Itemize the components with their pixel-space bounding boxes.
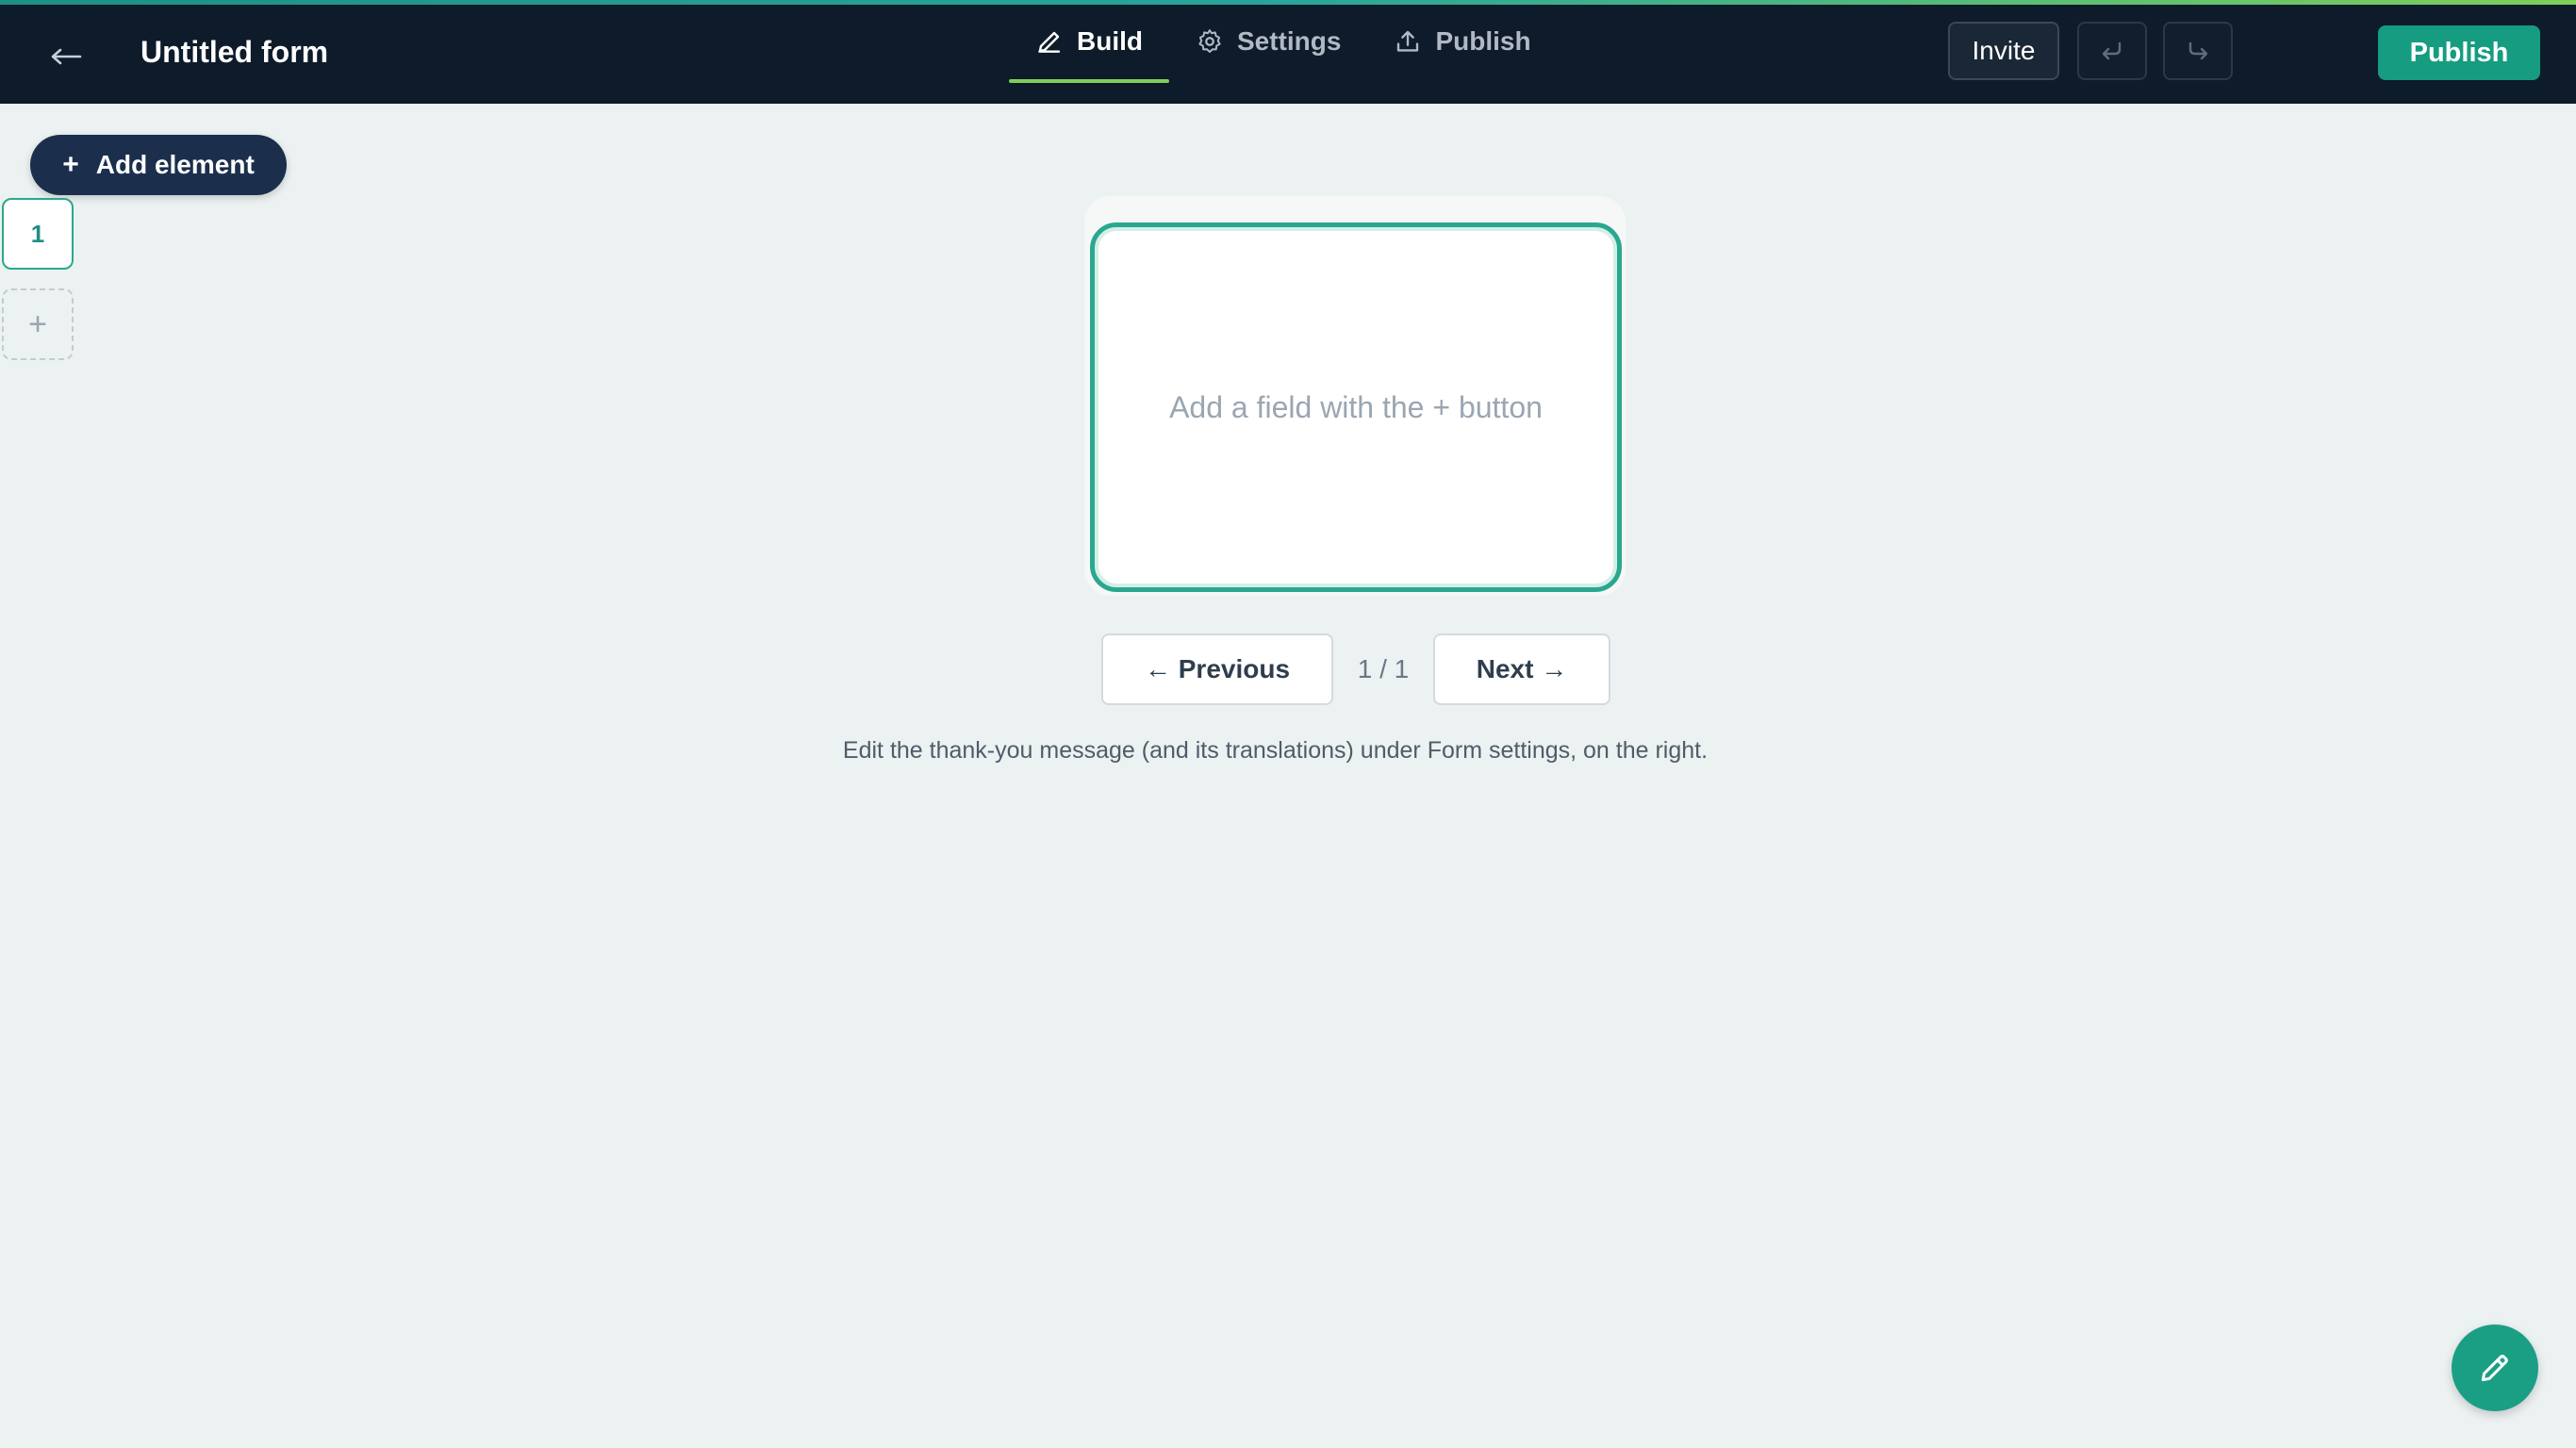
empty-page-placeholder: Add a field with the + button bbox=[1169, 389, 1543, 424]
add-page-button[interactable]: + bbox=[2, 288, 74, 360]
thank-you-hint: Edit the thank-you message (and its tran… bbox=[842, 737, 1709, 764]
add-element-button[interactable]: + Add element bbox=[30, 135, 287, 195]
upload-icon bbox=[1397, 30, 1419, 52]
add-element-label: Add element bbox=[95, 150, 255, 179]
tab-build[interactable]: Build bbox=[1009, 0, 1169, 83]
gear-icon bbox=[1198, 29, 1221, 53]
page-counter: 1 / 1 bbox=[1357, 654, 1410, 683]
tab-build-label: Build bbox=[1077, 26, 1143, 56]
redo-icon bbox=[2188, 41, 2208, 60]
plus-icon: + bbox=[62, 149, 79, 180]
top-bar: Untitled form Build Settings Publish Inv… bbox=[0, 0, 2576, 104]
tab-settings-label: Settings bbox=[1237, 26, 1342, 56]
tab-settings[interactable]: Settings bbox=[1169, 0, 1367, 83]
publish-button[interactable]: Publish bbox=[2378, 25, 2540, 80]
form-title[interactable]: Untitled form bbox=[140, 34, 328, 70]
edit-fab-button[interactable] bbox=[2452, 1325, 2538, 1411]
arrow-left-icon bbox=[51, 48, 82, 65]
tab-publish-label: Publish bbox=[1435, 26, 1531, 56]
redo-button[interactable] bbox=[2163, 22, 2233, 80]
form-page-card[interactable]: Add a field with the + button bbox=[1090, 222, 1622, 592]
tab-publish[interactable]: Publish bbox=[1367, 0, 1557, 83]
invite-button[interactable]: Invite bbox=[1948, 22, 2059, 80]
undo-button[interactable] bbox=[2077, 22, 2147, 80]
previous-button[interactable]: ← Previous bbox=[1101, 634, 1333, 705]
pencil-icon bbox=[2481, 1355, 2508, 1382]
pencil-icon bbox=[1038, 31, 1061, 53]
back-button[interactable] bbox=[41, 32, 91, 81]
undo-icon bbox=[2102, 41, 2122, 60]
next-button[interactable]: Next → bbox=[1433, 634, 1610, 705]
mode-tabs: Build Settings Publish bbox=[1009, 0, 1558, 104]
page-thumbnail-1[interactable]: 1 bbox=[2, 198, 74, 270]
